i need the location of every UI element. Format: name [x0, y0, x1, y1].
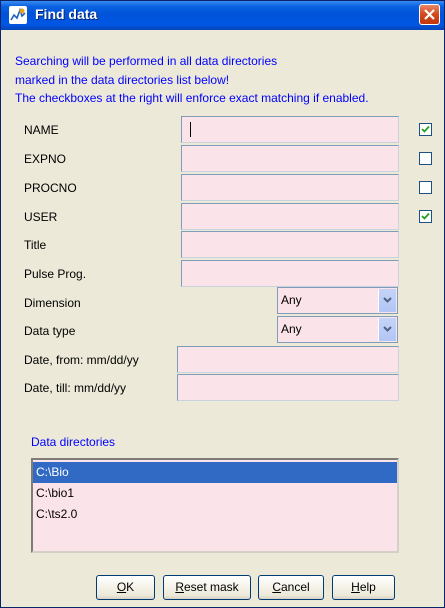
cancel-button[interactable]: Cancel [258, 575, 324, 600]
data-type-value: Any [281, 322, 302, 336]
help-button[interactable]: Help [332, 575, 395, 600]
list-item[interactable]: C:\bio1 [33, 483, 397, 504]
dimension-dropdown-button[interactable] [378, 289, 396, 312]
list-item[interactable]: C:\Bio [33, 462, 397, 483]
dimension-value: Any [281, 293, 302, 307]
intro-line-2: marked in the data directories list belo… [15, 72, 230, 87]
intro-text: Searching will be performed in all data … [15, 52, 369, 108]
name-input[interactable] [181, 116, 399, 143]
date-till-input[interactable] [177, 374, 399, 401]
help-label-rest: elp [359, 580, 376, 594]
data-directories-list[interactable]: C:\Bio C:\bio1 C:\ts2.0 [31, 458, 399, 553]
cancel-label-rest: ancel [280, 580, 310, 594]
help-mnemonic: H [351, 580, 360, 594]
checkmark-icon [421, 212, 430, 220]
expno-label: EXPNO [24, 152, 67, 166]
user-label: USER [24, 210, 58, 224]
ok-mnemonic: O [116, 580, 127, 594]
checkmark-icon [421, 125, 430, 133]
pulse-prog-input[interactable] [181, 260, 399, 287]
chevron-down-icon [383, 326, 392, 332]
intro-line-1: Searching will be performed in all data … [15, 54, 278, 68]
cancel-mnemonic: C [272, 580, 281, 594]
intro-line-3: The checkboxes at the right will enforce… [15, 91, 369, 105]
reset-mask-button[interactable]: Reset mask [163, 575, 251, 600]
date-from-input[interactable] [177, 346, 399, 373]
data-type-dropdown-button[interactable] [378, 318, 396, 341]
dimension-label: Dimension [24, 296, 81, 310]
data-type-label: Data type [24, 324, 76, 338]
name-label: NAME [24, 123, 59, 137]
close-icon [424, 9, 435, 20]
user-exact-checkbox[interactable] [419, 210, 432, 223]
close-button[interactable] [419, 4, 440, 25]
find-data-dialog: Find data Searching will be performed in… [0, 0, 445, 608]
chevron-down-icon [383, 297, 392, 303]
window-title: Find data [35, 6, 98, 22]
reset-label-rest: eset mask [183, 580, 239, 594]
app-icon [9, 6, 27, 24]
title-label: Title [24, 238, 47, 252]
date-till-label: Date, till: mm/dd/yy [24, 381, 127, 395]
expno-input[interactable] [181, 145, 399, 172]
procno-label: PROCNO [24, 181, 77, 195]
dimension-select[interactable]: Any [277, 287, 398, 314]
data-directories-title: Data directories [31, 435, 116, 449]
title-input[interactable] [181, 231, 399, 258]
ok-button[interactable]: OK [96, 575, 155, 600]
user-input[interactable] [181, 203, 399, 230]
data-type-select[interactable]: Any [277, 316, 398, 343]
title-bar[interactable]: Find data [1, 1, 444, 30]
reset-mnemonic: R [175, 580, 184, 594]
text-caret [190, 122, 191, 137]
name-exact-checkbox[interactable] [419, 123, 432, 136]
procno-input[interactable] [181, 174, 399, 201]
procno-exact-checkbox[interactable] [419, 181, 432, 194]
expno-exact-checkbox[interactable] [419, 152, 432, 165]
pulse-prog-label: Pulse Prog. [24, 267, 87, 281]
date-from-label: Date, from: mm/dd/yy [24, 353, 139, 367]
list-item[interactable]: C:\ts2.0 [33, 504, 397, 525]
ok-label-rest: K [126, 580, 135, 594]
